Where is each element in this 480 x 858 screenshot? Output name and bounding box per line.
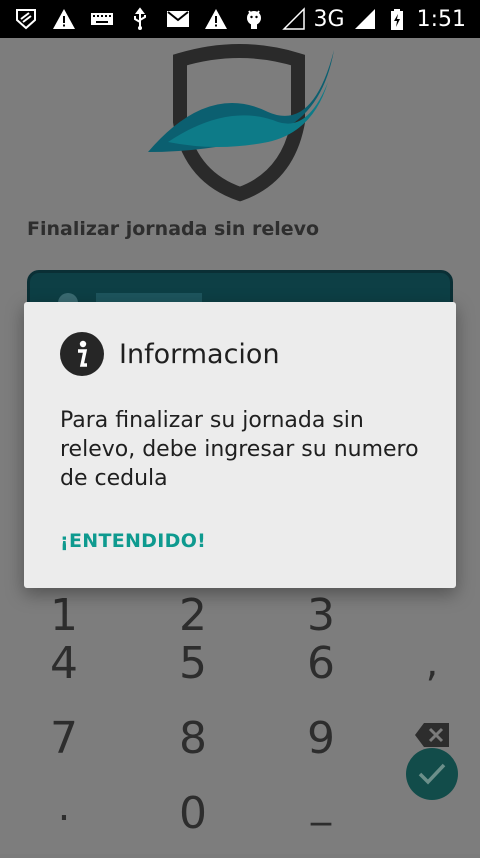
- numeric-keypad: 1 2 3 4 5 6 , 7 8 9 . 0 _: [0, 568, 480, 858]
- info-icon: [60, 332, 104, 376]
- check-icon: [418, 763, 446, 785]
- key-4[interactable]: 4: [24, 638, 104, 689]
- confirm-button[interactable]: [406, 748, 458, 800]
- dialog-header: Informacion: [60, 332, 280, 376]
- dialog-message: Para finalizar su jornada sin relevo, de…: [60, 408, 419, 491]
- key-dot[interactable]: .: [24, 784, 104, 830]
- key-2[interactable]: 2: [153, 590, 233, 641]
- signal-3g-icon: [354, 9, 375, 29]
- warning-icon: [205, 9, 227, 29]
- keyboard-icon: [91, 13, 113, 25]
- key-3[interactable]: 3: [281, 590, 361, 641]
- signal-empty-icon: [281, 7, 305, 30]
- key-6[interactable]: 6: [281, 638, 361, 689]
- android-icon: [247, 10, 261, 29]
- status-bar: 3G 1:51: [0, 0, 480, 38]
- key-1[interactable]: 1: [24, 590, 104, 641]
- warning-icon: [53, 9, 75, 29]
- key-space[interactable]: _: [281, 780, 361, 826]
- key-7[interactable]: 7: [24, 713, 104, 764]
- shield-icon: [16, 9, 36, 30]
- shield-logo-icon: [148, 44, 334, 202]
- info-dialog: Informacion Para finalizar su jornada si…: [24, 302, 456, 588]
- backspace-icon[interactable]: [414, 722, 450, 748]
- network-type: 3G: [313, 6, 345, 32]
- status-icons-left: [0, 7, 266, 31]
- key-5[interactable]: 5: [153, 638, 233, 689]
- dialog-title: Informacion: [119, 338, 280, 370]
- status-icons-right: 3G 1:51: [281, 6, 480, 32]
- understood-button[interactable]: ¡ENTENDIDO!: [60, 530, 206, 552]
- key-comma[interactable]: ,: [392, 640, 472, 686]
- usb-icon: [134, 7, 146, 30]
- key-0[interactable]: 0: [153, 788, 233, 839]
- clock: 1:51: [416, 6, 466, 32]
- page-title: Finalizar jornada sin relevo: [27, 218, 320, 240]
- mail-icon: [167, 11, 189, 27]
- key-8[interactable]: 8: [153, 713, 233, 764]
- key-9[interactable]: 9: [281, 713, 361, 764]
- battery-charging-icon: [390, 9, 403, 30]
